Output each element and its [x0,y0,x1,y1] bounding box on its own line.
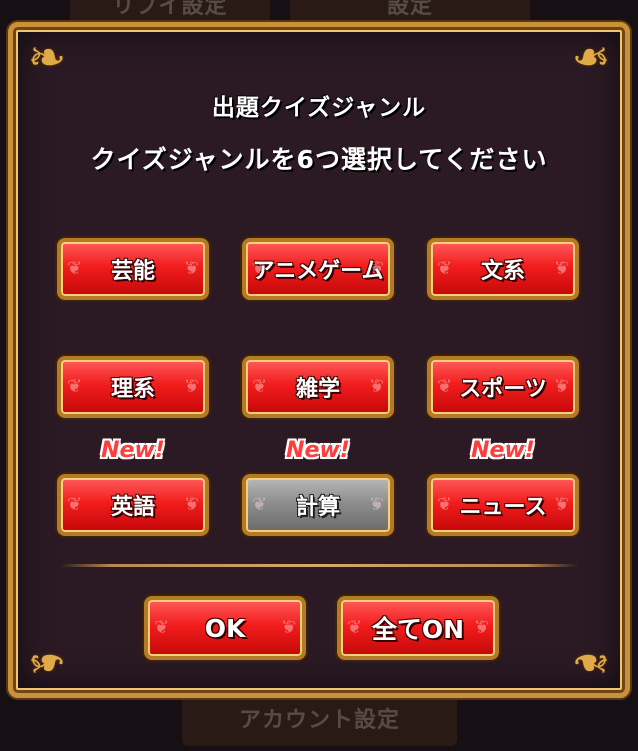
background-settings-tab: リプイ設定 [70,0,270,24]
ornament-corner-icon: ❧ [571,636,611,690]
all-on-button[interactable]: 全てON [337,596,499,660]
background-settings-button: 設定 [290,0,530,24]
ornament-corner-icon: ❧ [571,30,611,84]
genre-button-zatsugaku[interactable]: 雑学 [242,356,394,418]
genre-button-rikei[interactable]: 理系 [57,356,209,418]
ornament-corner-icon: ❧ [27,30,67,84]
genre-button-eigo[interactable]: 英語 [57,474,209,536]
genre-button-anime-game[interactable]: アニメゲーム [242,238,394,300]
genre-button-news[interactable]: ニュース [427,474,579,536]
new-badge: New! [101,438,165,463]
dialog-title: 出題クイズジャンル [211,95,427,121]
ornament-corner-icon: ❧ [27,636,67,690]
new-badge: New! [286,438,350,463]
dialog-instruction: クイズジャンルを6つ選択してください [90,145,548,174]
genre-button-geinou[interactable]: 芸能 [57,238,209,300]
ok-button[interactable]: OK [144,596,306,660]
new-badge: New! [471,438,535,463]
background-account-settings-button: アカウント設定 [182,696,457,746]
genre-button-sports[interactable]: スポーツ [427,356,579,418]
genre-button-bunkei[interactable]: 文系 [427,238,579,300]
divider [60,564,578,567]
genre-button-keisan[interactable]: 計算 [242,474,394,536]
